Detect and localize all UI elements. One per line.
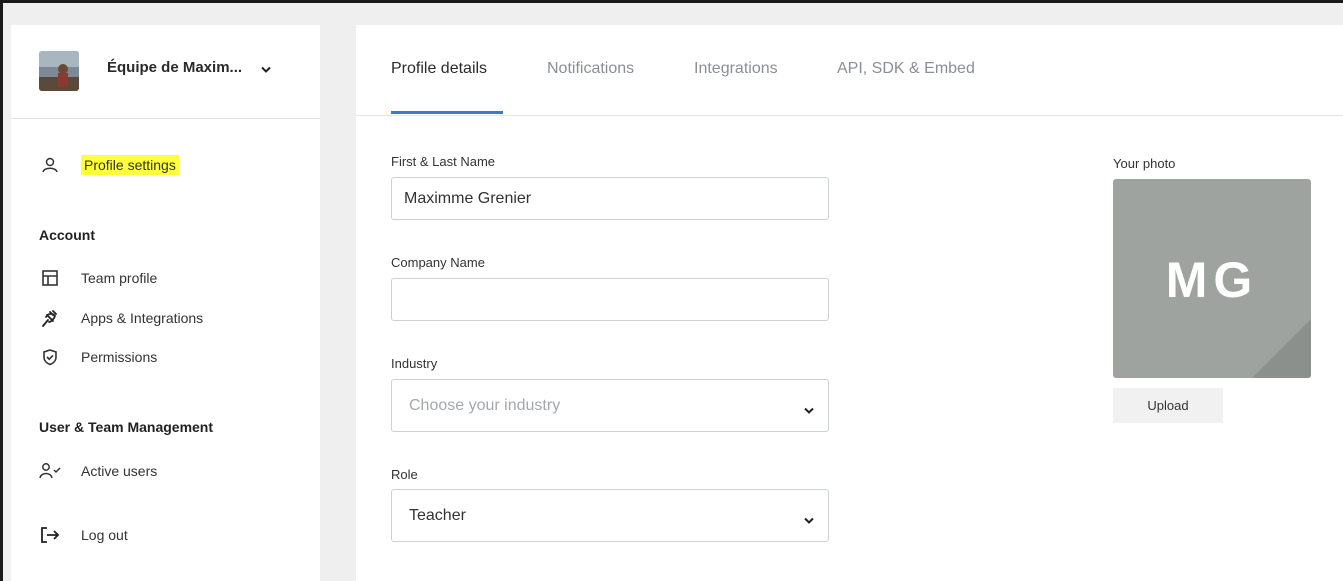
- logout-icon: [39, 525, 61, 545]
- account-section-title: Account: [39, 227, 95, 243]
- nav-apps-integrations-label: Apps & Integrations: [81, 310, 204, 326]
- company-label: Company Name: [391, 255, 485, 270]
- active-tab-indicator: [391, 111, 503, 114]
- team-name: Équipe de Maxim...: [107, 59, 243, 76]
- chevron-down-icon: [804, 402, 814, 420]
- tab-profile-details[interactable]: Profile details: [391, 60, 487, 78]
- industry-placeholder: Choose your industry: [409, 396, 561, 414]
- role-label: Role: [391, 467, 418, 482]
- name-field[interactable]: Maximme Grenier: [391, 177, 829, 220]
- team-avatar: [39, 51, 79, 91]
- tab-api-sdk-embed[interactable]: API, SDK & Embed: [837, 60, 975, 78]
- layout-icon: [39, 268, 61, 288]
- photo-initials: MG: [1165, 252, 1259, 308]
- industry-select[interactable]: Choose your industry: [391, 379, 829, 432]
- nav-permissions-label: Permissions: [81, 349, 158, 365]
- tab-integrations[interactable]: Integrations: [694, 60, 778, 78]
- name-value: Maximme Grenier: [404, 189, 532, 207]
- plug-icon: [39, 308, 61, 328]
- nav-permissions[interactable]: Permissions: [39, 347, 157, 367]
- nav-team-profile[interactable]: Team profile: [39, 268, 157, 288]
- nav-apps-integrations[interactable]: Apps & Integrations: [39, 308, 203, 328]
- nav-profile-settings-label: Profile settings: [81, 155, 179, 175]
- user-icon: [39, 155, 61, 175]
- role-value: Teacher: [409, 506, 466, 524]
- main-panel: Profile details Notifications Integratio…: [356, 25, 1343, 581]
- team-switcher[interactable]: Équipe de Maxim...: [11, 25, 320, 119]
- nav-active-users[interactable]: Active users: [39, 461, 157, 481]
- nav-logout[interactable]: Log out: [39, 525, 128, 545]
- company-field[interactable]: [391, 278, 829, 321]
- management-section-title: User & Team Management: [39, 419, 214, 435]
- industry-label: Industry: [391, 356, 438, 371]
- nav-profile-settings[interactable]: Profile settings: [39, 155, 179, 175]
- tab-bar: Profile details Notifications Integratio…: [356, 25, 1343, 116]
- role-select[interactable]: Teacher: [391, 489, 829, 542]
- nav-logout-label: Log out: [81, 527, 128, 543]
- nav-team-profile-label: Team profile: [81, 270, 158, 286]
- tab-notifications[interactable]: Notifications: [547, 60, 634, 78]
- photo-label: Your photo: [1113, 156, 1176, 171]
- sidebar: Équipe de Maxim... Profile settings Acco…: [11, 25, 320, 581]
- chevron-down-icon[interactable]: [261, 61, 271, 79]
- upload-button[interactable]: Upload: [1113, 388, 1223, 423]
- shield-check-icon: [39, 347, 61, 367]
- profile-photo: MG: [1113, 179, 1311, 378]
- user-check-icon: [39, 461, 61, 481]
- name-label: First & Last Name: [391, 154, 496, 169]
- chevron-down-icon: [804, 512, 814, 530]
- nav-active-users-label: Active users: [81, 463, 158, 479]
